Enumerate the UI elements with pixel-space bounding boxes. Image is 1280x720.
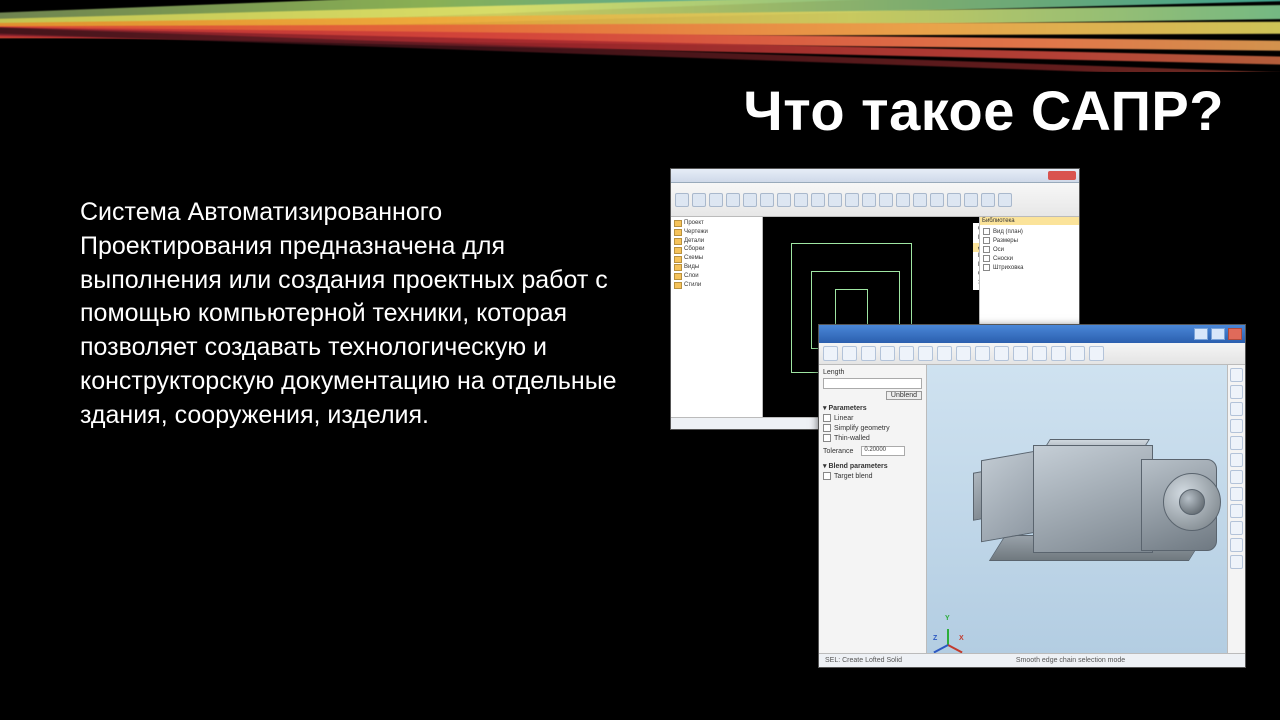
titlebar: [819, 325, 1245, 343]
opt-target: Target blend: [834, 473, 873, 480]
screenshot-group: Проект Чертежи Детали Сборки Схемы Виды …: [670, 168, 1250, 678]
toolbar: [819, 343, 1245, 365]
tolerance-field: 0.20000: [861, 446, 905, 456]
maximize-icon: [1211, 328, 1225, 340]
status-bar: SEL: Create Lofted Solid Smooth edge cha…: [819, 653, 1245, 667]
slide: Что такое САПР? Система Автоматизированн…: [0, 0, 1280, 720]
side-panel: Length Unblend ▾ Parameters Linear Simpl…: [819, 365, 927, 653]
unblend-button: Unblend: [886, 391, 922, 400]
status-left: SEL: Create Lofted Solid: [825, 657, 902, 664]
slide-title: Что такое САПР?: [743, 78, 1224, 143]
length-field: [823, 378, 922, 389]
group-blend: ▾ Blend parameters: [823, 462, 922, 470]
slide-body: Система Автоматизированного Проектирован…: [80, 196, 620, 432]
minimize-icon: [1194, 328, 1208, 340]
opt-linear: Linear: [834, 415, 853, 422]
project-tree: Проект Чертежи Детали Сборки Схемы Виды …: [671, 217, 763, 417]
right-toolbar: [1227, 365, 1245, 653]
cad-3d-window: Length Unblend ▾ Parameters Linear Simpl…: [818, 324, 1246, 668]
close-icon: [1048, 171, 1076, 180]
toolbar: [671, 183, 1079, 217]
close-icon: [1228, 328, 1242, 340]
opt-simplify: Simplify geometry: [834, 425, 890, 432]
status-mid: Smooth edge chain selection mode: [902, 657, 1239, 664]
tolerance-label: Tolerance: [823, 448, 853, 455]
decorative-ribbon: [0, 0, 1280, 72]
titlebar: [671, 169, 1079, 183]
axis-triad-icon: Y X Z: [933, 617, 963, 647]
group-parameters: ▾ Parameters: [823, 404, 922, 412]
opt-thinwalled: Thin-walled: [834, 435, 870, 442]
context-menu: СвойстваКопироватьДиспетчер РазметкаРазм…: [973, 223, 979, 290]
viewport-3d: Y X Z: [927, 365, 1227, 653]
mechanical-part: [973, 403, 1223, 603]
length-label: Length: [823, 369, 922, 376]
